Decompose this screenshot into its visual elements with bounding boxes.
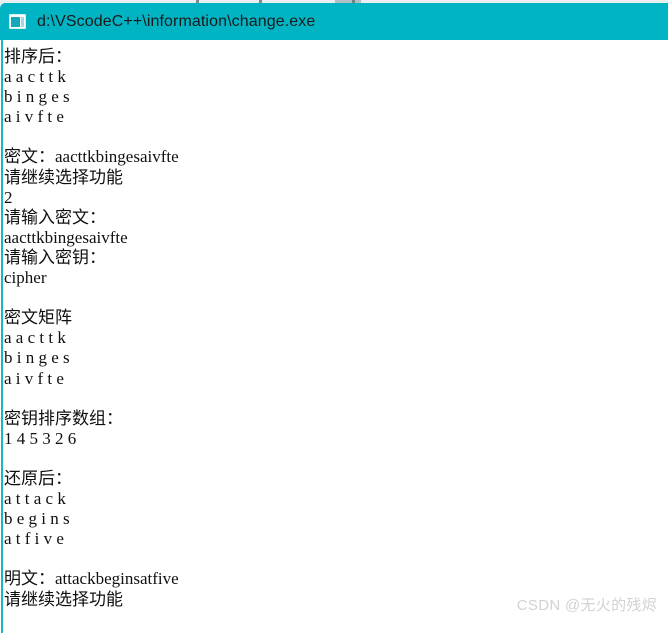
console-line: a a c t t k xyxy=(4,67,66,87)
console-text: 排序后： a a c t t kb i n g e sa i v f t e 密文… xyxy=(4,47,668,610)
console-line: 请继续选择功能 xyxy=(4,167,123,187)
console-window: d:\VScodeC++\information\change.exe 排序后：… xyxy=(0,3,668,633)
window-title: d:\VScodeC++\information\change.exe xyxy=(37,12,316,30)
console-line: cipher xyxy=(4,268,47,288)
console-line: 请输入密文： xyxy=(4,207,106,227)
console-line: 还原后： xyxy=(4,468,72,488)
console-line: b i n g e s xyxy=(4,348,70,368)
console-line: b e g i n s xyxy=(4,509,70,529)
console-line: 1 4 5 3 2 6 xyxy=(4,428,77,448)
console-output-area[interactable]: 排序后： a a c t t kb i n g e sa i v f t e 密文… xyxy=(0,40,668,633)
console-line: 排序后： xyxy=(4,47,72,66)
console-line: aacttkbingesaivfte xyxy=(4,227,128,247)
console-window-icon xyxy=(9,14,26,29)
console-line: a a c t t k xyxy=(4,328,66,348)
console-line: a t f i v e xyxy=(4,529,64,549)
console-line: 密钥排序数组： xyxy=(4,408,123,428)
console-line: b i n g e s xyxy=(4,87,70,107)
console-line: a t t a c k xyxy=(4,489,66,509)
console-line: 密文：aacttkbingesaivfte xyxy=(4,147,179,167)
title-bar[interactable]: d:\VScodeC++\information\change.exe xyxy=(0,3,668,40)
console-line: 明文：attackbeginsatfive xyxy=(4,569,179,589)
console-line: 请输入密钥： xyxy=(4,247,106,267)
left-edge-rule xyxy=(1,40,3,633)
console-line: a i v f t e xyxy=(4,107,64,127)
console-line: a i v f t e xyxy=(4,368,64,388)
watermark: CSDN @无火的残烬 xyxy=(516,597,657,614)
console-line: 2 xyxy=(4,187,13,207)
console-line: 密文矩阵 xyxy=(4,308,72,328)
